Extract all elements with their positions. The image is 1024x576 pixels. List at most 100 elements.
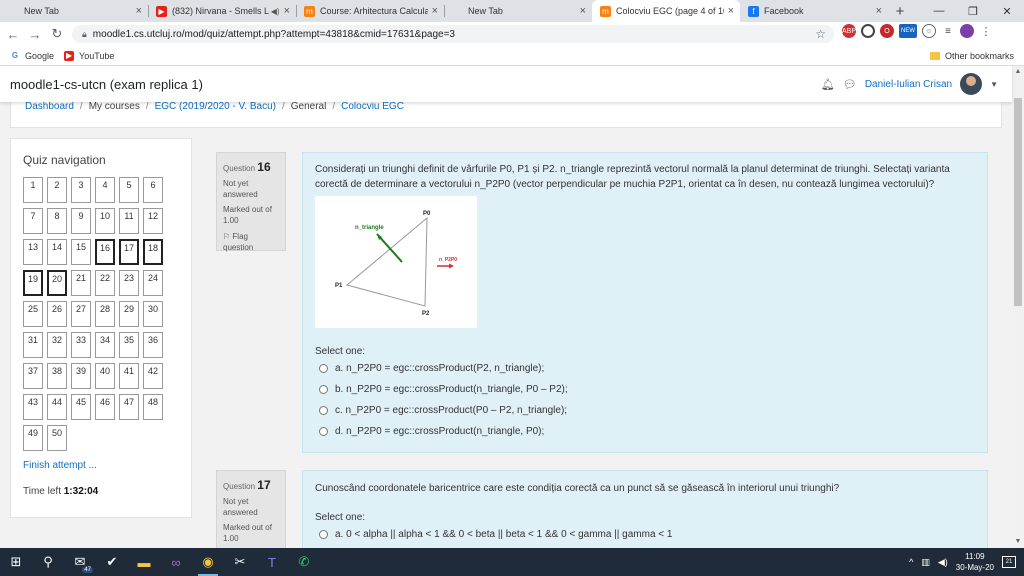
quiz-nav-button[interactable]: 24: [143, 270, 163, 296]
quiz-nav-button[interactable]: 3: [71, 177, 91, 203]
quiz-nav-button[interactable]: 44: [47, 394, 67, 420]
quiz-nav-button[interactable]: 22: [95, 270, 115, 296]
mail-icon[interactable]: ✉ 47: [64, 548, 96, 576]
volume-icon[interactable]: ◀): [938, 557, 948, 568]
quiz-nav-button[interactable]: 18: [143, 239, 163, 265]
quiz-nav-button[interactable]: 42: [143, 363, 163, 389]
quiz-nav-button[interactable]: 36: [143, 332, 163, 358]
avatar[interactable]: [960, 73, 983, 95]
close-tab-icon[interactable]: ×: [876, 5, 882, 17]
quiz-nav-button[interactable]: 26: [47, 301, 67, 327]
snipping-tool-icon[interactable]: ✂: [224, 548, 256, 576]
site-name[interactable]: moodle1-cs-utcn (exam replica 1): [10, 77, 203, 92]
quiz-nav-button[interactable]: 8: [47, 208, 67, 234]
quiz-nav-button[interactable]: 12: [143, 208, 163, 234]
close-tab-icon[interactable]: ×: [136, 5, 142, 17]
quiz-nav-button[interactable]: 40: [95, 363, 115, 389]
search-icon[interactable]: ⚲: [32, 548, 64, 576]
lock-icon[interactable]: 🔒︎: [82, 29, 87, 40]
option-d[interactable]: d. n_P2P0 = egc::crossProduct(n_triangle…: [319, 426, 544, 437]
quiz-nav-button[interactable]: 4: [95, 177, 115, 203]
radio-button[interactable]: [319, 530, 328, 539]
quiz-nav-button[interactable]: 32: [47, 332, 67, 358]
quiz-nav-button[interactable]: 39: [71, 363, 91, 389]
quiz-nav-button[interactable]: 30: [143, 301, 163, 327]
quiz-nav-button[interactable]: 34: [95, 332, 115, 358]
bookmark-star-icon[interactable]: ☆: [815, 27, 826, 41]
tab-new-tab-2[interactable]: New Tab ×: [444, 0, 592, 22]
quiz-nav-button[interactable]: 6: [143, 177, 163, 203]
new-tab-button[interactable]: +: [888, 0, 912, 22]
radio-button[interactable]: [319, 364, 328, 373]
radio-button[interactable]: [319, 406, 328, 415]
quiz-nav-button[interactable]: 7: [23, 208, 43, 234]
breadcrumb-my-courses[interactable]: My courses: [89, 102, 140, 112]
quiz-nav-button[interactable]: 17: [119, 239, 139, 265]
close-tab-icon[interactable]: ×: [728, 5, 734, 17]
quiz-nav-button[interactable]: 16: [95, 239, 115, 265]
quiz-nav-button[interactable]: 35: [119, 332, 139, 358]
scroll-up-icon[interactable]: ▲: [1012, 66, 1024, 78]
bookmark-youtube[interactable]: ▶ YouTube: [64, 50, 114, 61]
close-tab-icon[interactable]: ×: [580, 5, 586, 17]
back-arrow-icon[interactable]: ←: [2, 27, 24, 42]
todo-check-icon[interactable]: ✔: [96, 548, 128, 576]
page-scrollbar[interactable]: ▲ ▼: [1012, 66, 1024, 548]
chrome-icon[interactable]: ◉: [192, 548, 224, 576]
quiz-nav-button[interactable]: 47: [119, 394, 139, 420]
quiz-nav-button[interactable]: 27: [71, 301, 91, 327]
quiz-nav-button[interactable]: 21: [71, 270, 91, 296]
tab-youtube[interactable]: ▶ (832) Nirvana - Smells Li ◀) ×: [148, 0, 296, 22]
visual-studio-icon[interactable]: ∞: [160, 548, 192, 576]
quiz-nav-button[interactable]: 28: [95, 301, 115, 327]
profile-avatar-icon[interactable]: [960, 24, 974, 38]
breadcrumb-general[interactable]: General: [291, 102, 327, 112]
network-icon[interactable]: ▥: [921, 557, 930, 568]
quiz-nav-button[interactable]: 49: [23, 425, 43, 451]
breadcrumb-colocviu[interactable]: Colocviu EGC: [341, 102, 404, 112]
flag-question-link[interactable]: ⚐ Flag question: [223, 231, 279, 253]
quiz-nav-button[interactable]: 43: [23, 394, 43, 420]
whatsapp-icon[interactable]: ✆: [288, 548, 320, 576]
quiz-nav-button[interactable]: 14: [47, 239, 67, 265]
quiz-nav-button[interactable]: 45: [71, 394, 91, 420]
speaker-icon[interactable]: ◀): [271, 7, 280, 16]
bookmark-google[interactable]: G Google: [10, 51, 54, 61]
tab-colocviu[interactable]: m Colocviu EGC (page 4 of 10) ×: [592, 0, 740, 22]
chevron-up-icon[interactable]: ^: [909, 557, 913, 567]
forward-arrow-icon[interactable]: →: [24, 27, 46, 42]
menu-dots-icon[interactable]: ⋮: [979, 24, 993, 38]
block-icon[interactable]: [861, 24, 875, 38]
breadcrumb-course[interactable]: EGC (2019/2020 - V. Bacu): [155, 102, 276, 112]
other-bookmarks[interactable]: Other bookmarks: [929, 51, 1014, 61]
clock[interactable]: 11:09 30-May-20: [956, 551, 994, 573]
quiz-nav-button[interactable]: 10: [95, 208, 115, 234]
scroll-down-icon[interactable]: ▼: [1012, 536, 1024, 548]
radio-button[interactable]: [319, 385, 328, 394]
tab-course[interactable]: m Course: Arhitectura Calculat ×: [296, 0, 444, 22]
quiz-nav-button[interactable]: 33: [71, 332, 91, 358]
quiz-nav-button[interactable]: 5: [119, 177, 139, 203]
option-c[interactable]: c. n_P2P0 = egc::crossProduct(P0 – P2, n…: [319, 405, 567, 416]
file-explorer-icon[interactable]: ▬: [128, 548, 160, 576]
quiz-nav-button[interactable]: 23: [119, 270, 139, 296]
smiley-icon[interactable]: ☺: [922, 24, 936, 38]
finish-attempt-link[interactable]: Finish attempt ...: [23, 460, 97, 471]
option-b[interactable]: b. n_P2P0 = egc::crossProduct(n_triangle…: [319, 384, 568, 395]
teams-icon[interactable]: T: [256, 548, 288, 576]
chat-bubble-icon[interactable]: 💬︎: [843, 78, 857, 91]
quiz-nav-button[interactable]: 46: [95, 394, 115, 420]
quiz-nav-button[interactable]: 48: [143, 394, 163, 420]
quiz-nav-button[interactable]: 37: [23, 363, 43, 389]
maximize-icon[interactable]: ❐: [956, 0, 990, 22]
reload-icon[interactable]: ↻: [46, 26, 68, 42]
user-name[interactable]: Daniel-Iulian Crisan: [865, 79, 952, 90]
notifications-icon[interactable]: 21: [1002, 556, 1016, 568]
breadcrumb-dashboard[interactable]: Dashboard: [25, 102, 74, 112]
option-a[interactable]: a. 0 < alpha || alpha < 1 && 0 < beta ||…: [319, 529, 672, 540]
radio-button[interactable]: [319, 427, 328, 436]
minimize-icon[interactable]: —: [922, 0, 956, 22]
adblock-icon[interactable]: ABP: [842, 24, 856, 38]
quiz-nav-button[interactable]: 38: [47, 363, 67, 389]
reading-list-icon[interactable]: ≡: [941, 24, 955, 38]
